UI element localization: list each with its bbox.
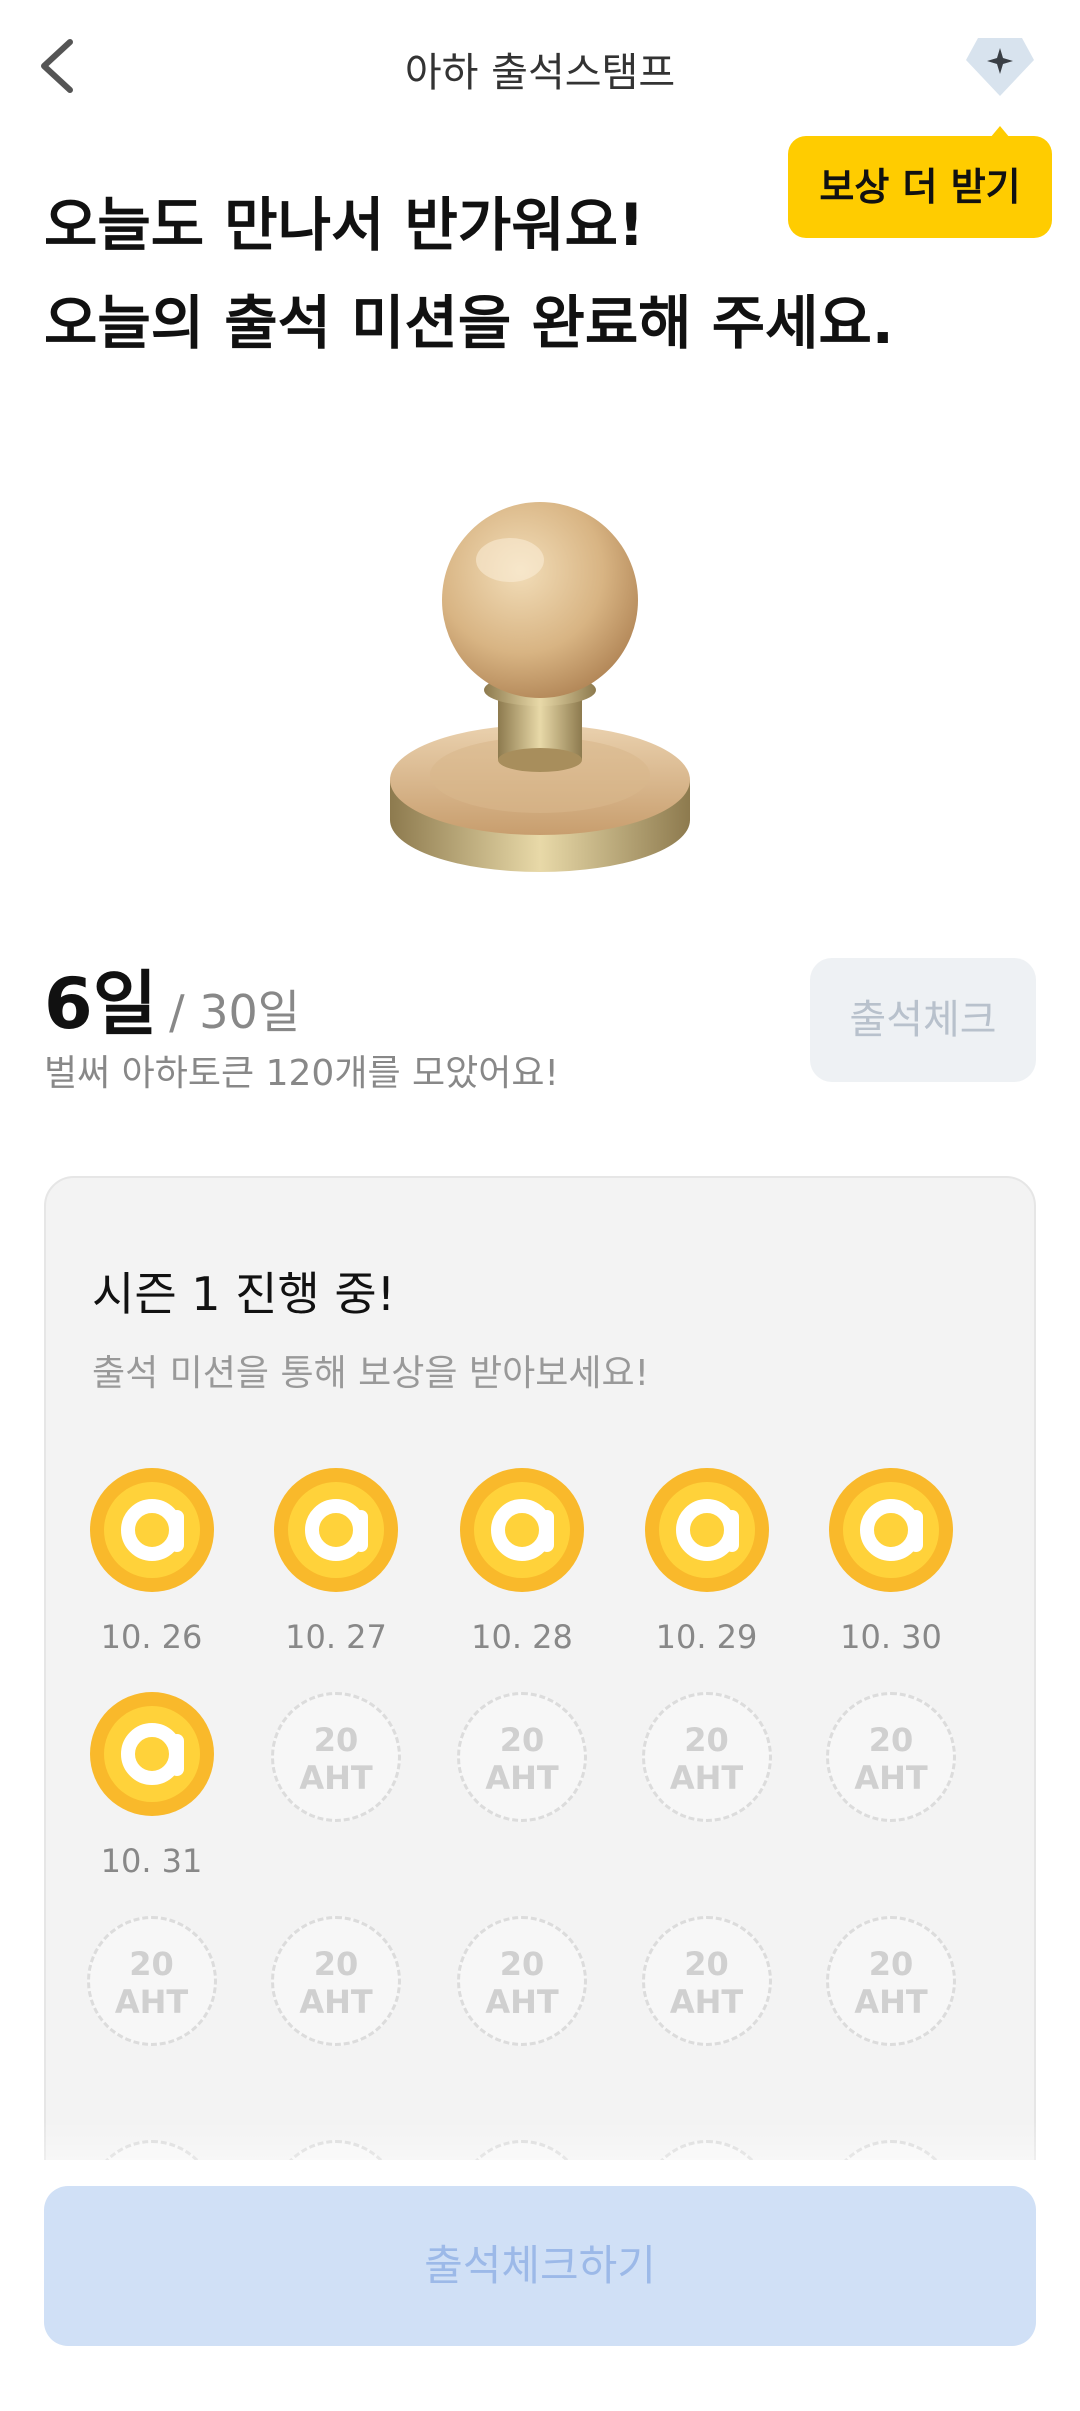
attendance-check-main-button[interactable]: 출석체크하기 bbox=[44, 2186, 1036, 2346]
pending-reward-coin: 20AHT bbox=[271, 1916, 401, 2046]
coin-collected: 10. 28 bbox=[427, 1468, 617, 1688]
sparkle-gem-icon[interactable] bbox=[964, 30, 1036, 102]
coin-pending: 20AHT bbox=[427, 1692, 617, 1912]
reward-unit: AHT bbox=[854, 1759, 928, 1797]
pending-reward-coin: 20AHT bbox=[457, 1692, 587, 1822]
attendance-total: / 30일 bbox=[169, 985, 301, 1039]
coin-pending: 20AHT bbox=[796, 1916, 986, 2136]
coin-date: 10. 27 bbox=[285, 1618, 387, 1656]
coin-date: 10. 26 bbox=[100, 1618, 203, 1656]
coin-collected: 10. 31 bbox=[57, 1692, 247, 1912]
reward-unit: AHT bbox=[299, 1759, 373, 1797]
coin-date: 10. 30 bbox=[840, 1618, 942, 1656]
coin-pending: 20AHT bbox=[796, 1692, 986, 1912]
greeting-headline: 오늘도 만나서 반가워요! 오늘의 출석 미션을 완료해 주세요. bbox=[44, 176, 944, 372]
attendance-days: 6일 bbox=[44, 963, 158, 1045]
aha-coin-icon bbox=[644, 1468, 769, 1592]
coin-pending: 20AHT bbox=[241, 1916, 431, 2136]
coin-pending: 20AHT bbox=[241, 1692, 431, 1912]
coin-date: 10. 31 bbox=[100, 1842, 203, 1880]
attendance-check-button[interactable]: 출석체크 bbox=[810, 958, 1036, 1082]
reward-unit: AHT bbox=[669, 1759, 744, 1797]
reward-amount: 20 bbox=[313, 1721, 359, 1759]
aha-coin-icon bbox=[89, 1468, 214, 1592]
bottom-action-bar: 출석체크하기 bbox=[0, 2160, 1080, 2411]
app-header: 아하 출석스탬프 보상 더 받기 bbox=[0, 0, 1080, 238]
pending-reward-coin: 20AHT bbox=[641, 1916, 772, 2046]
headline-line-1: 오늘도 만나서 반가워요! bbox=[44, 191, 645, 259]
reward-unit: AHT bbox=[854, 1983, 928, 2021]
collected-token-message: 벌써 아하토큰 120개를 모았어요! bbox=[44, 1053, 559, 1094]
coin-date: 10. 28 bbox=[471, 1618, 573, 1656]
reward-amount: 20 bbox=[868, 1721, 914, 1759]
pending-reward-coin: 20AHT bbox=[86, 1916, 217, 2046]
reward-amount: 20 bbox=[313, 1945, 359, 1983]
pending-reward-coin: 20AHT bbox=[826, 1916, 956, 2046]
coin-collected: 10. 30 bbox=[796, 1468, 986, 1688]
coin-collected: 10. 26 bbox=[57, 1468, 247, 1688]
reward-unit: AHT bbox=[485, 1759, 559, 1797]
aha-coin-icon bbox=[829, 1468, 953, 1592]
reward-amount: 20 bbox=[499, 1945, 545, 1983]
reward-amount: 20 bbox=[684, 1721, 729, 1759]
reward-unit: AHT bbox=[669, 1983, 744, 2021]
headline-line-2: 오늘의 출석 미션을 완료해 주세요. bbox=[44, 289, 894, 357]
coin-collected: 10. 27 bbox=[241, 1468, 431, 1688]
pending-reward-coin: 20AHT bbox=[641, 1692, 772, 1822]
coin-pending: 20AHT bbox=[612, 1692, 802, 1912]
aha-coin-icon bbox=[460, 1468, 584, 1592]
reward-unit: AHT bbox=[299, 1983, 373, 2021]
coin-date: 10. 29 bbox=[655, 1618, 758, 1656]
reward-amount: 20 bbox=[684, 1945, 729, 1983]
season-subtitle: 출석 미션을 통해 보상을 받아보세요! bbox=[92, 1353, 650, 1394]
aha-coin-icon bbox=[274, 1468, 398, 1592]
reward-unit: AHT bbox=[114, 1983, 189, 2021]
wooden-stamp-icon bbox=[390, 502, 690, 872]
page-title: 아하 출석스탬프 bbox=[404, 50, 676, 96]
coin-pending: 20AHT bbox=[57, 1916, 247, 2136]
reward-amount: 20 bbox=[129, 1945, 174, 1983]
reward-amount: 20 bbox=[868, 1945, 914, 1983]
reward-unit: AHT bbox=[485, 1983, 559, 2021]
pending-reward-coin: 20AHT bbox=[457, 1916, 587, 2046]
pending-reward-coin: 20AHT bbox=[271, 1692, 401, 1822]
coin-collected: 10. 29 bbox=[612, 1468, 802, 1688]
pending-reward-coin: 20AHT bbox=[826, 1692, 956, 1822]
season-title: 시즌 1 진행 중! bbox=[92, 1267, 396, 1321]
coin-pending: 20AHT bbox=[612, 1916, 802, 2136]
reward-amount: 20 bbox=[499, 1721, 545, 1759]
coin-pending: 20AHT bbox=[427, 1916, 617, 2136]
aha-coin-icon bbox=[89, 1692, 214, 1816]
attendance-progress: 6일/ 30일 bbox=[44, 948, 300, 1049]
